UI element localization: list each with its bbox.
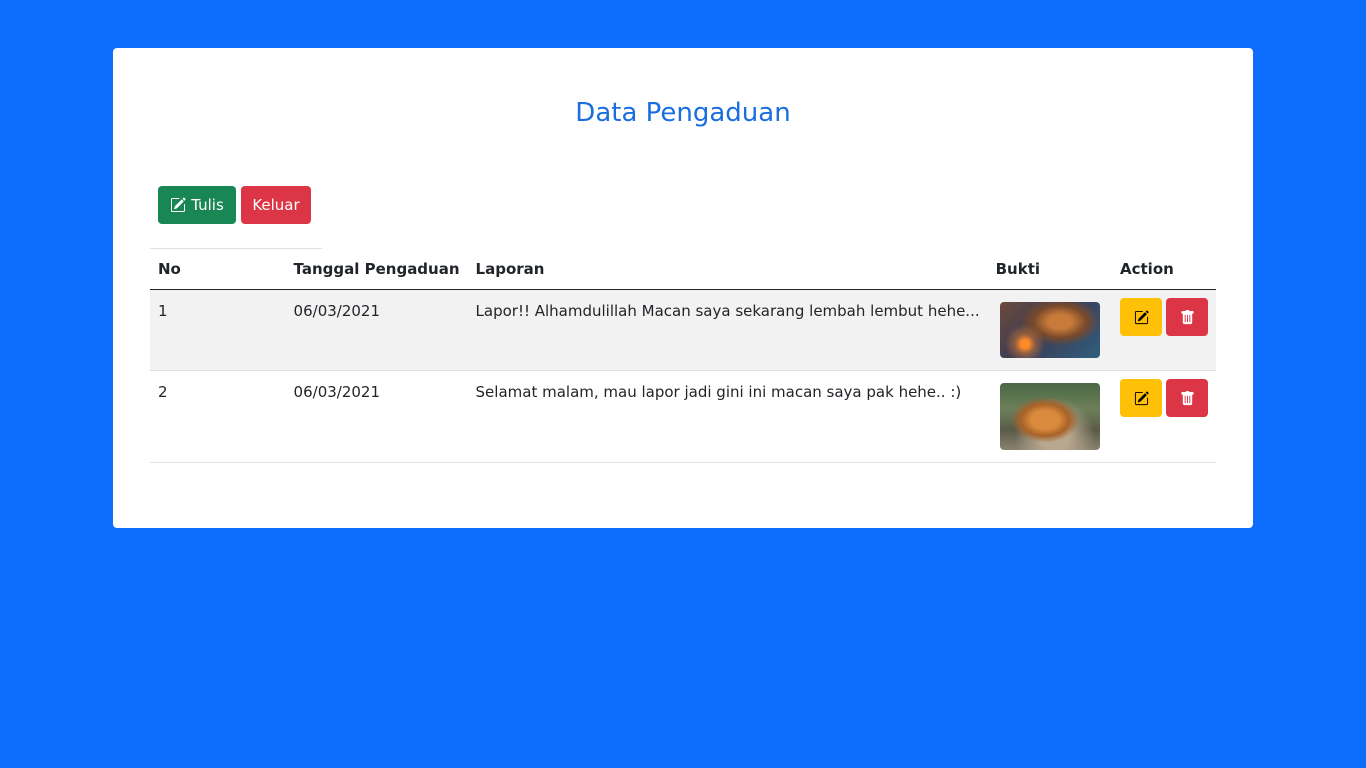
- cell-bukti: [987, 370, 1112, 463]
- cell-bukti: [987, 289, 1112, 371]
- header-no: No: [150, 249, 286, 290]
- header-tanggal: Tanggal Pengaduan: [285, 249, 468, 290]
- write-button-label: Tulis: [191, 196, 224, 214]
- header-bukti: Bukti: [987, 249, 1112, 290]
- evidence-image: [999, 302, 1100, 358]
- edit-button[interactable]: [1120, 298, 1162, 336]
- cell-action: [1112, 289, 1216, 371]
- header-laporan: Laporan: [467, 249, 988, 290]
- write-button[interactable]: Tulis: [158, 186, 236, 224]
- page-title: Data Pengaduan: [575, 98, 791, 128]
- cell-no: 1: [150, 289, 286, 371]
- main-card: Data Pengaduan Tulis Keluar No Tanggal P…: [113, 48, 1253, 528]
- complaints-table: No Tanggal Pengaduan Laporan Bukti Actio…: [150, 249, 1216, 463]
- table-row: 1 06/03/2021 Lapor!! Alhamdulillah Macan…: [150, 289, 1216, 371]
- cell-tanggal: 06/03/2021: [285, 289, 468, 371]
- pencil-square-icon: [1134, 390, 1149, 405]
- edit-button[interactable]: [1120, 379, 1162, 417]
- cell-laporan: Selamat malam, mau lapor jadi gini ini m…: [467, 370, 988, 463]
- evidence-image: [999, 383, 1100, 450]
- logout-button-label: Keluar: [252, 196, 300, 214]
- header-action: Action: [1112, 249, 1216, 290]
- delete-button[interactable]: [1166, 379, 1208, 417]
- pencil-square-icon: [171, 197, 186, 212]
- pencil-square-icon: [1134, 309, 1149, 324]
- cell-no: 2: [150, 370, 286, 463]
- cell-laporan: Lapor!! Alhamdulillah Macan saya sekaran…: [467, 289, 988, 371]
- cell-action: [1112, 370, 1216, 463]
- table-header-row: No Tanggal Pengaduan Laporan Bukti Actio…: [150, 249, 1216, 290]
- trash-icon: [1180, 309, 1194, 324]
- table-row: 2 06/03/2021 Selamat malam, mau lapor ja…: [150, 370, 1216, 463]
- trash-icon: [1180, 390, 1194, 405]
- cell-tanggal: 06/03/2021: [285, 370, 468, 463]
- delete-button[interactable]: [1166, 298, 1208, 336]
- logout-button[interactable]: Keluar: [241, 186, 311, 224]
